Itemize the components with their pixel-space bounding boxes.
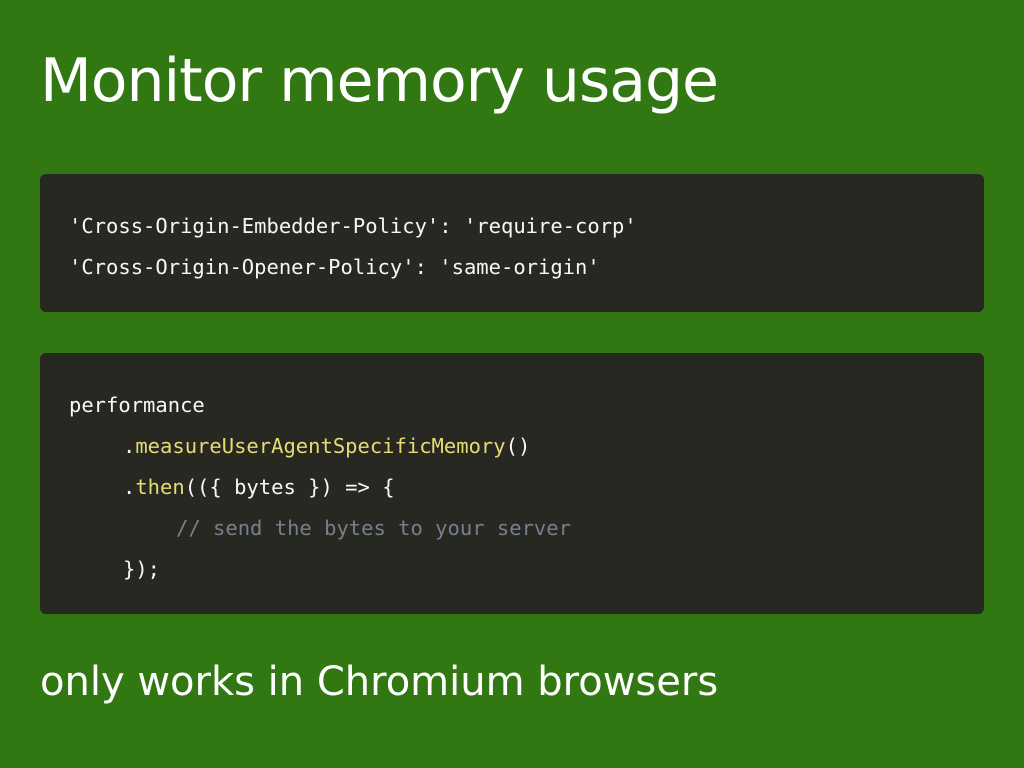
code-line-coep: 'Cross-Origin-Embedder-Policy': 'require… <box>69 214 637 238</box>
code-token-dot: . <box>123 475 136 499</box>
code-token-comment: // send the bytes to your server <box>176 516 571 540</box>
code-line-coop: 'Cross-Origin-Opener-Policy': 'same-orig… <box>69 255 600 279</box>
headers-code-block: 'Cross-Origin-Embedder-Policy': 'require… <box>40 174 984 312</box>
footer-note: only works in Chromium browsers <box>40 659 719 705</box>
code-line-performance: performance <box>69 393 205 417</box>
slide-title: Monitor memory usage <box>40 46 719 116</box>
code-line-close: }); <box>123 557 161 581</box>
js-code-block: performance .measureUserAgentSpecificMem… <box>40 353 984 614</box>
code-token-dot: . <box>123 434 136 458</box>
code-token-arrow-callback: (({ bytes }) => { <box>184 475 395 499</box>
code-line-comment: // send the bytes to your server <box>69 508 984 549</box>
code-token-function-name: measureUserAgentSpecificMemory <box>135 434 506 458</box>
code-line-then-call: .then(({ bytes }) => { <box>69 467 984 508</box>
code-token-function-name: then <box>135 475 185 499</box>
code-token-punctuation: () <box>505 434 531 458</box>
code-line-measure-call: .measureUserAgentSpecificMemory() <box>69 426 984 467</box>
